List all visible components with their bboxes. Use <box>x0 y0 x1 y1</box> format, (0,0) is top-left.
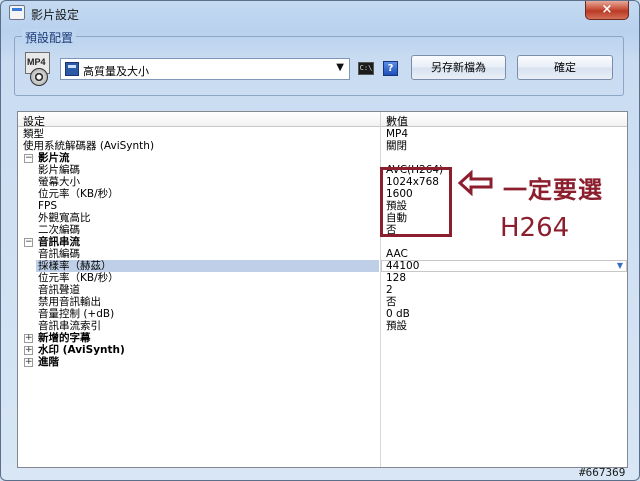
annotation-text-h264: H264 <box>500 213 570 243</box>
window-app-icon <box>9 5 25 20</box>
category-label: 影片流 <box>38 152 70 164</box>
property-name: 影片編碼 <box>38 164 80 176</box>
combobox-arrow-icon[interactable]: ▼ <box>617 260 623 272</box>
annotation-arrow-icon <box>458 170 493 196</box>
row-type[interactable]: 類型 MP4 <box>18 128 627 140</box>
column-header-value[interactable]: 數值 <box>386 113 408 129</box>
category-label: 水印 (AviSynth) <box>38 344 125 356</box>
category-label: 音訊串流 <box>38 236 80 248</box>
row-disable-audio[interactable]: 禁用音訊輸出 否 <box>18 296 627 308</box>
category-label: 進階 <box>38 356 59 368</box>
property-value[interactable]: 0 dB <box>386 308 410 320</box>
category-subtitles[interactable]: + 新增的字幕 <box>18 332 627 344</box>
property-name: FPS <box>38 200 58 212</box>
category-watermark[interactable]: + 水印 (AviSynth) <box>18 344 627 356</box>
row-audio-codec[interactable]: 音訊編碼 AAC <box>18 248 627 260</box>
row-sample-rate[interactable]: 採樣率（赫茲） 44100 ▼ <box>18 260 627 272</box>
property-name: 二次編碼 <box>38 224 80 236</box>
sample-rate-value[interactable]: 44100 <box>386 260 419 272</box>
property-name: 禁用音訊輸出 <box>38 296 101 308</box>
row-audio-bitrate[interactable]: 位元率（KB/秒） 128 <box>18 272 627 284</box>
collapse-icon[interactable]: − <box>24 154 33 163</box>
annotation-highlight-box <box>380 167 452 237</box>
category-advanced[interactable]: + 進階 <box>18 356 627 368</box>
property-value[interactable]: 否 <box>386 296 397 308</box>
property-value[interactable]: AAC <box>386 248 408 260</box>
preset-dropdown[interactable]: 高質量及大小 ▼ <box>60 58 350 80</box>
property-value[interactable]: 2 <box>386 284 393 296</box>
property-value[interactable]: 關閉 <box>386 140 407 152</box>
expand-icon[interactable]: + <box>24 334 33 343</box>
close-button[interactable]: × <box>585 1 629 20</box>
property-name: 音量控制 (+dB) <box>38 308 115 320</box>
save-as-button[interactable]: 另存新檔為 <box>411 55 506 80</box>
expand-icon[interactable]: + <box>24 346 33 355</box>
row-audio-stream-index[interactable]: 音訊串流索引 預設 <box>18 320 627 332</box>
mp4-film-icon: MP4 <box>24 52 54 86</box>
collapse-icon[interactable]: − <box>24 238 33 247</box>
category-video-stream[interactable]: − 影片流 <box>18 152 627 164</box>
property-name: 音訊串流索引 <box>38 320 101 332</box>
row-audio-channels[interactable]: 音訊聲道 2 <box>18 284 627 296</box>
title-bar[interactable]: 影片設定 × <box>1 1 639 25</box>
property-value[interactable]: 預設 <box>386 320 407 332</box>
property-name: 位元率（KB/秒） <box>38 272 119 284</box>
property-name: 音訊聲道 <box>38 284 80 296</box>
image-watermark: #667369 <box>579 466 626 479</box>
property-name: 位元率（KB/秒） <box>38 188 119 200</box>
dropdown-arrow-icon[interactable]: ▼ <box>336 62 344 73</box>
mp4-icon-label: MP4 <box>27 57 46 67</box>
row-system-decoder[interactable]: 使用系統解碼器 (AviSynth) 關閉 <box>18 140 627 152</box>
expand-icon[interactable]: + <box>24 358 33 367</box>
window-title: 影片設定 <box>31 8 80 22</box>
help-icon[interactable]: ? <box>383 61 398 76</box>
property-value[interactable]: MP4 <box>386 128 408 140</box>
property-name: 採樣率（赫茲） <box>38 260 112 272</box>
grid-header: 設定 數值 <box>18 112 627 129</box>
command-line-icon[interactable]: C:\ <box>358 62 374 75</box>
preset-group-legend: 預設配置 <box>22 29 77 46</box>
sample-rate-combobox[interactable]: 44100 ▼ <box>381 260 627 272</box>
column-header-setting[interactable]: 設定 <box>23 113 45 129</box>
annotation-text-must-select: 一定要選 <box>503 176 603 204</box>
property-name: 外觀寬高比 <box>38 212 91 224</box>
property-value[interactable]: 128 <box>386 272 406 284</box>
property-name: 音訊編碼 <box>38 248 80 260</box>
film-reel-icon <box>30 68 48 86</box>
row-volume[interactable]: 音量控制 (+dB) 0 dB <box>18 308 627 320</box>
property-name: 螢幕大小 <box>38 176 80 188</box>
category-label: 新增的字幕 <box>38 332 91 344</box>
property-name: 使用系統解碼器 (AviSynth) <box>23 140 155 152</box>
preset-selected-value: 高質量及大小 <box>83 65 149 78</box>
property-name: 類型 <box>23 128 44 140</box>
ok-button[interactable]: 確定 <box>517 55 613 80</box>
property-grid[interactable]: 設定 數值 類型 MP4 使用系統解碼器 (AviSynth) 關閉 − 影片流… <box>17 111 628 468</box>
preset-item-icon <box>65 62 79 76</box>
